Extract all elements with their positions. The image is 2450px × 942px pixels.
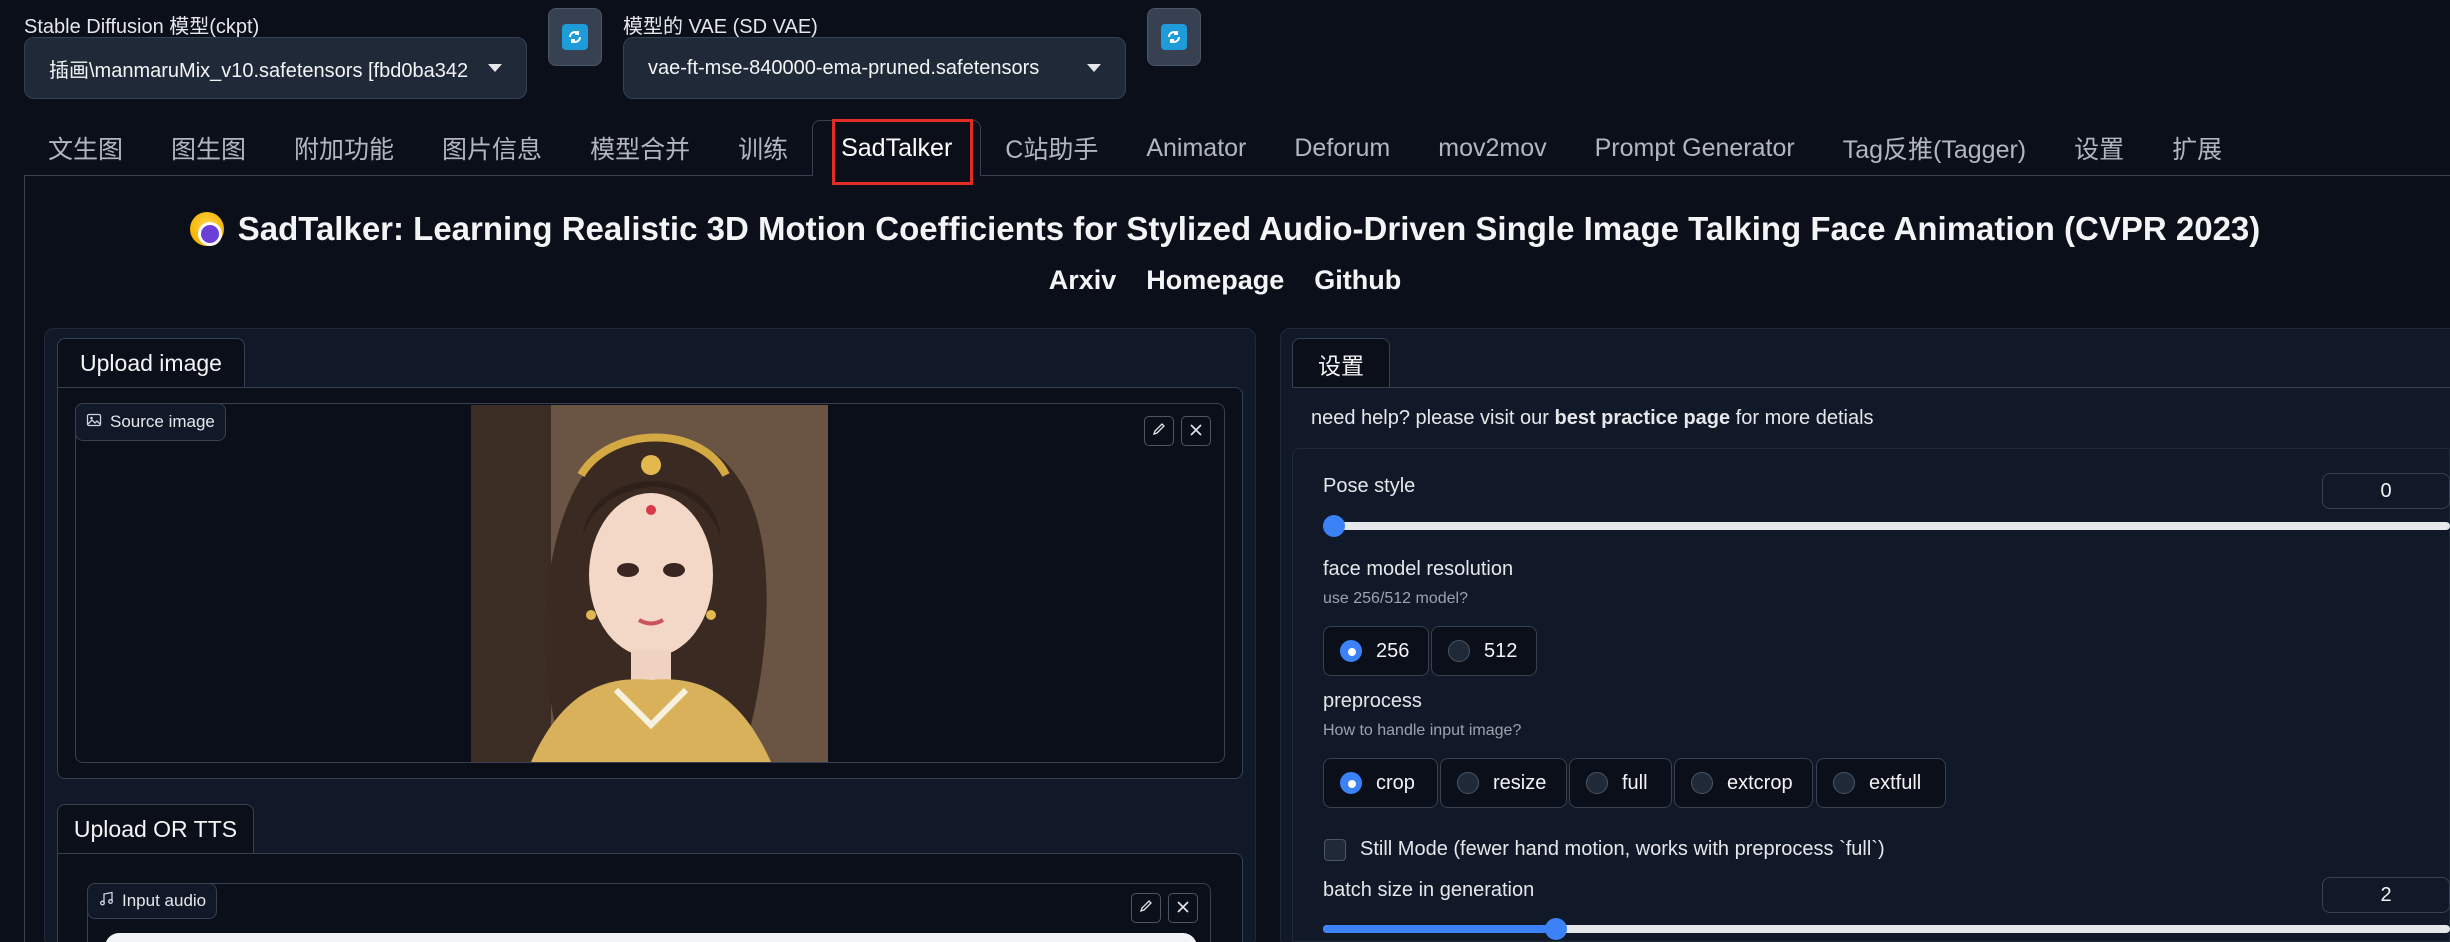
face-res-label: face model resolution <box>1323 558 1514 580</box>
tab-extras[interactable]: 附加功能 <box>270 120 418 176</box>
ckpt-select-value: 插画\manmaruMix_v10.safetensors [fbd0ba342 <box>49 59 469 82</box>
pose-style-label: Pose style <box>1323 475 1416 497</box>
music-note-icon <box>98 891 114 912</box>
vae-refresh-button[interactable] <box>1147 8 1201 66</box>
settings-tab-divider <box>1292 387 2450 388</box>
batch-size-slider-fill <box>1323 925 1556 933</box>
preprocess-option-full[interactable]: full <box>1569 758 1672 808</box>
refresh-icon <box>1161 24 1187 50</box>
radio-unselected-icon <box>1448 640 1470 662</box>
preprocess-option-resize[interactable]: resize <box>1440 758 1567 808</box>
face-res-option-512[interactable]: 512 <box>1431 626 1537 676</box>
link-homepage[interactable]: Homepage <box>1146 265 1284 296</box>
tab-deforum[interactable]: Deforum <box>1270 120 1414 176</box>
pose-style-slider-thumb[interactable] <box>1323 515 1345 537</box>
ckpt-select[interactable]: 插画\manmaruMix_v10.safetensors [fbd0ba342 <box>24 37 527 99</box>
still-mode-label: Still Mode (fewer hand motion, works wit… <box>1360 838 1885 860</box>
vae-select[interactable]: vae-ft-mse-840000-ema-pruned.safetensors <box>623 37 1126 99</box>
radio-selected-icon <box>1340 772 1362 794</box>
sadtalker-title: SadTalker: Learning Realistic 3D Motion … <box>0 210 2450 248</box>
tab-settings-panel[interactable]: 设置 <box>1292 338 1390 388</box>
input-audio-badge: Input audio <box>87 883 218 919</box>
chevron-down-icon <box>1087 64 1101 72</box>
radio-unselected-icon <box>1833 772 1855 794</box>
edit-button[interactable] <box>1144 416 1174 446</box>
ckpt-label: Stable Diffusion 模型(ckpt) <box>24 16 260 38</box>
tab-upload-tts[interactable]: Upload OR TTS <box>57 804 254 854</box>
preprocess-option-label: full <box>1622 771 1648 794</box>
preprocess-label: preprocess <box>1323 690 1422 712</box>
link-github[interactable]: Github <box>1314 265 1401 296</box>
batch-size-input[interactable]: 2 <box>2322 877 2450 913</box>
scream-emoji-icon <box>189 212 224 246</box>
audio-waveform-area[interactable] <box>105 933 1197 942</box>
preprocess-option-extfull[interactable]: extfull <box>1816 758 1946 808</box>
image-icon <box>86 412 102 433</box>
tab-settings[interactable]: 设置 <box>2050 120 2148 176</box>
sadtalker-title-text: SadTalker: Learning Realistic 3D Motion … <box>237 210 2261 247</box>
refresh-icon <box>562 24 588 50</box>
close-icon <box>1189 421 1203 442</box>
main-tabs: 文生图 图生图 附加功能 图片信息 模型合并 训练 SadTalker C站助手… <box>24 120 2246 176</box>
close-icon <box>1176 898 1190 919</box>
preprocess-option-label: extfull <box>1869 771 1922 794</box>
tab-animator[interactable]: Animator <box>1122 120 1270 176</box>
source-image-badge: Source image <box>75 403 226 441</box>
pose-style-slider[interactable] <box>1323 522 2450 530</box>
preprocess-option-label: resize <box>1493 771 1547 794</box>
tab-extensions[interactable]: 扩展 <box>2148 120 2246 176</box>
face-res-option-label: 256 <box>1376 639 1410 662</box>
tab-png-info[interactable]: 图片信息 <box>418 120 566 176</box>
tab-civitai-helper[interactable]: C站助手 <box>981 120 1122 176</box>
clear-audio-button[interactable] <box>1168 893 1198 923</box>
vae-label: 模型的 VAE (SD VAE) <box>623 16 818 38</box>
radio-unselected-icon <box>1586 772 1608 794</box>
link-arxiv[interactable]: Arxiv <box>1049 265 1117 296</box>
pose-style-input[interactable]: 0 <box>2322 473 2450 509</box>
best-practice-link[interactable]: best practice page <box>1555 407 1731 429</box>
help-prefix: need help? please visit our <box>1311 407 1555 429</box>
tab-tagger[interactable]: Tag反推(Tagger) <box>1819 120 2050 176</box>
help-text: need help? please visit our best practic… <box>1311 407 1874 430</box>
tab-prompt-generator[interactable]: Prompt Generator <box>1571 120 1819 176</box>
tab-txt2img[interactable]: 文生图 <box>24 120 147 176</box>
highlight-box <box>832 119 973 185</box>
help-suffix: for more detials <box>1730 407 1874 429</box>
preprocess-hint: How to handle input image? <box>1323 722 1522 739</box>
radio-unselected-icon <box>1691 772 1713 794</box>
face-res-hint: use 256/512 model? <box>1323 590 1468 607</box>
tab-mov2mov[interactable]: mov2mov <box>1414 120 1570 176</box>
preprocess-option-label: crop <box>1376 771 1415 794</box>
batch-size-label: batch size in generation <box>1323 879 1535 901</box>
tab-train[interactable]: 训练 <box>714 120 812 176</box>
preprocess-option-label: extcrop <box>1727 771 1793 794</box>
edit-audio-button[interactable] <box>1131 893 1161 923</box>
tab-img2img[interactable]: 图生图 <box>147 120 270 176</box>
clear-image-button[interactable] <box>1181 416 1211 446</box>
source-image-preview <box>471 405 828 762</box>
pencil-icon <box>1138 898 1154 919</box>
face-res-option-256[interactable]: 256 <box>1323 626 1429 676</box>
sadtalker-links: Arxiv Homepage Github <box>0 265 2450 296</box>
ckpt-refresh-button[interactable] <box>548 8 602 66</box>
chevron-down-icon <box>488 64 502 72</box>
still-mode-checkbox[interactable] <box>1324 839 1346 861</box>
face-res-option-label: 512 <box>1484 639 1518 662</box>
radio-unselected-icon <box>1457 772 1479 794</box>
pencil-icon <box>1151 421 1167 442</box>
batch-size-slider-thumb[interactable] <box>1545 918 1567 940</box>
input-audio-label: Input audio <box>122 891 207 910</box>
preprocess-option-crop[interactable]: crop <box>1323 758 1438 808</box>
tab-upload-image[interactable]: Upload image <box>57 338 245 388</box>
tab-model-merge[interactable]: 模型合并 <box>566 120 714 176</box>
vae-select-value: vae-ft-mse-840000-ema-pruned.safetensors <box>648 56 1040 79</box>
radio-selected-icon <box>1340 640 1362 662</box>
source-image-label: Source image <box>110 412 215 431</box>
preprocess-option-extcrop[interactable]: extcrop <box>1674 758 1813 808</box>
